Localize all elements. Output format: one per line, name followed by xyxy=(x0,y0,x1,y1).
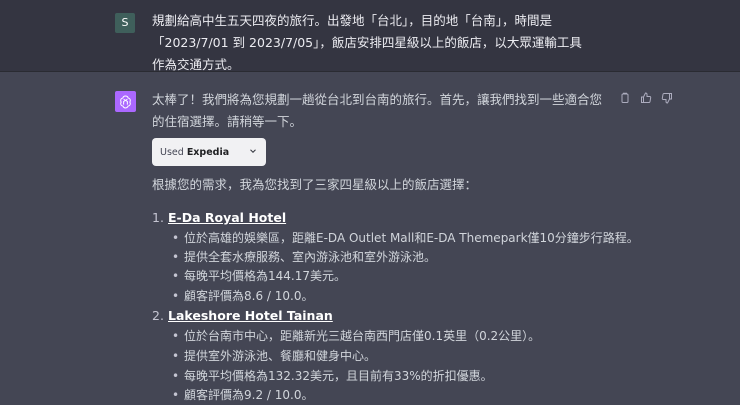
assistant-intro-text: 太棒了！我們將為您規劃一趟從台北到台南的旅行。首先，讓我們找到一些適合您的住宿選… xyxy=(152,92,603,129)
hotel-name-link[interactable]: E-Da Royal Hotel xyxy=(168,208,286,228)
user-avatar: S xyxy=(115,13,135,33)
list-item: • 提供室外游泳池、餐廳和健身中心。 xyxy=(172,349,377,363)
plugin-used-label: Used Expedia xyxy=(160,146,230,158)
list-item: • 顧客評價為8.6 / 10.0。 xyxy=(172,289,314,303)
user-message: S 規劃給高中生五天四夜的旅行。出發地「台北」，目的地「台南」，時間是「2023… xyxy=(0,0,740,72)
chevron-down-icon xyxy=(248,146,258,159)
list-item: • 每晚平均價格為132.32美元，且目前有33%的折扣優惠。 xyxy=(172,369,493,383)
list-number: 2. xyxy=(152,308,164,323)
list-item: • 每晚平均價格為144.17美元。 xyxy=(172,269,346,283)
list-item: • 位於台南市中心，距離新光三越台南西門店僅0.1英里（0.2公里）。 xyxy=(172,329,541,343)
plugin-name: Expedia xyxy=(186,146,230,158)
openai-logo-icon xyxy=(115,91,136,112)
thumbs-up-icon[interactable] xyxy=(639,91,653,105)
list-item: • 位於高雄的娛樂區，距離E-DA Outlet Mall和E-DA Themep… xyxy=(172,231,639,245)
list-number: 1. xyxy=(152,210,164,225)
hotel-name-link[interactable]: Lakeshore Hotel Tainan xyxy=(168,306,333,326)
copy-icon[interactable] xyxy=(618,91,632,105)
plugin-used-dropdown[interactable]: Used Expedia xyxy=(152,138,266,166)
results-intro-text: 根據您的需求，我為您找到了三家四星級以上的飯店選擇： xyxy=(152,177,478,192)
list-item: • 提供全套水療服務、室內游泳池和室外游泳池。 xyxy=(172,250,437,264)
assistant-message: 太棒了！我們將為您規劃一趟從台北到台南的旅行。首先，讓我們找到一些適合您的住宿選… xyxy=(0,73,740,405)
list-item: • 顧客評價為9.2 / 10.0。 xyxy=(172,388,314,402)
user-message-text: 規劃給高中生五天四夜的旅行。出發地「台北」，目的地「台南」，時間是「2023/7… xyxy=(152,13,582,72)
message-actions xyxy=(618,91,674,105)
thumbs-down-icon[interactable] xyxy=(660,91,674,105)
